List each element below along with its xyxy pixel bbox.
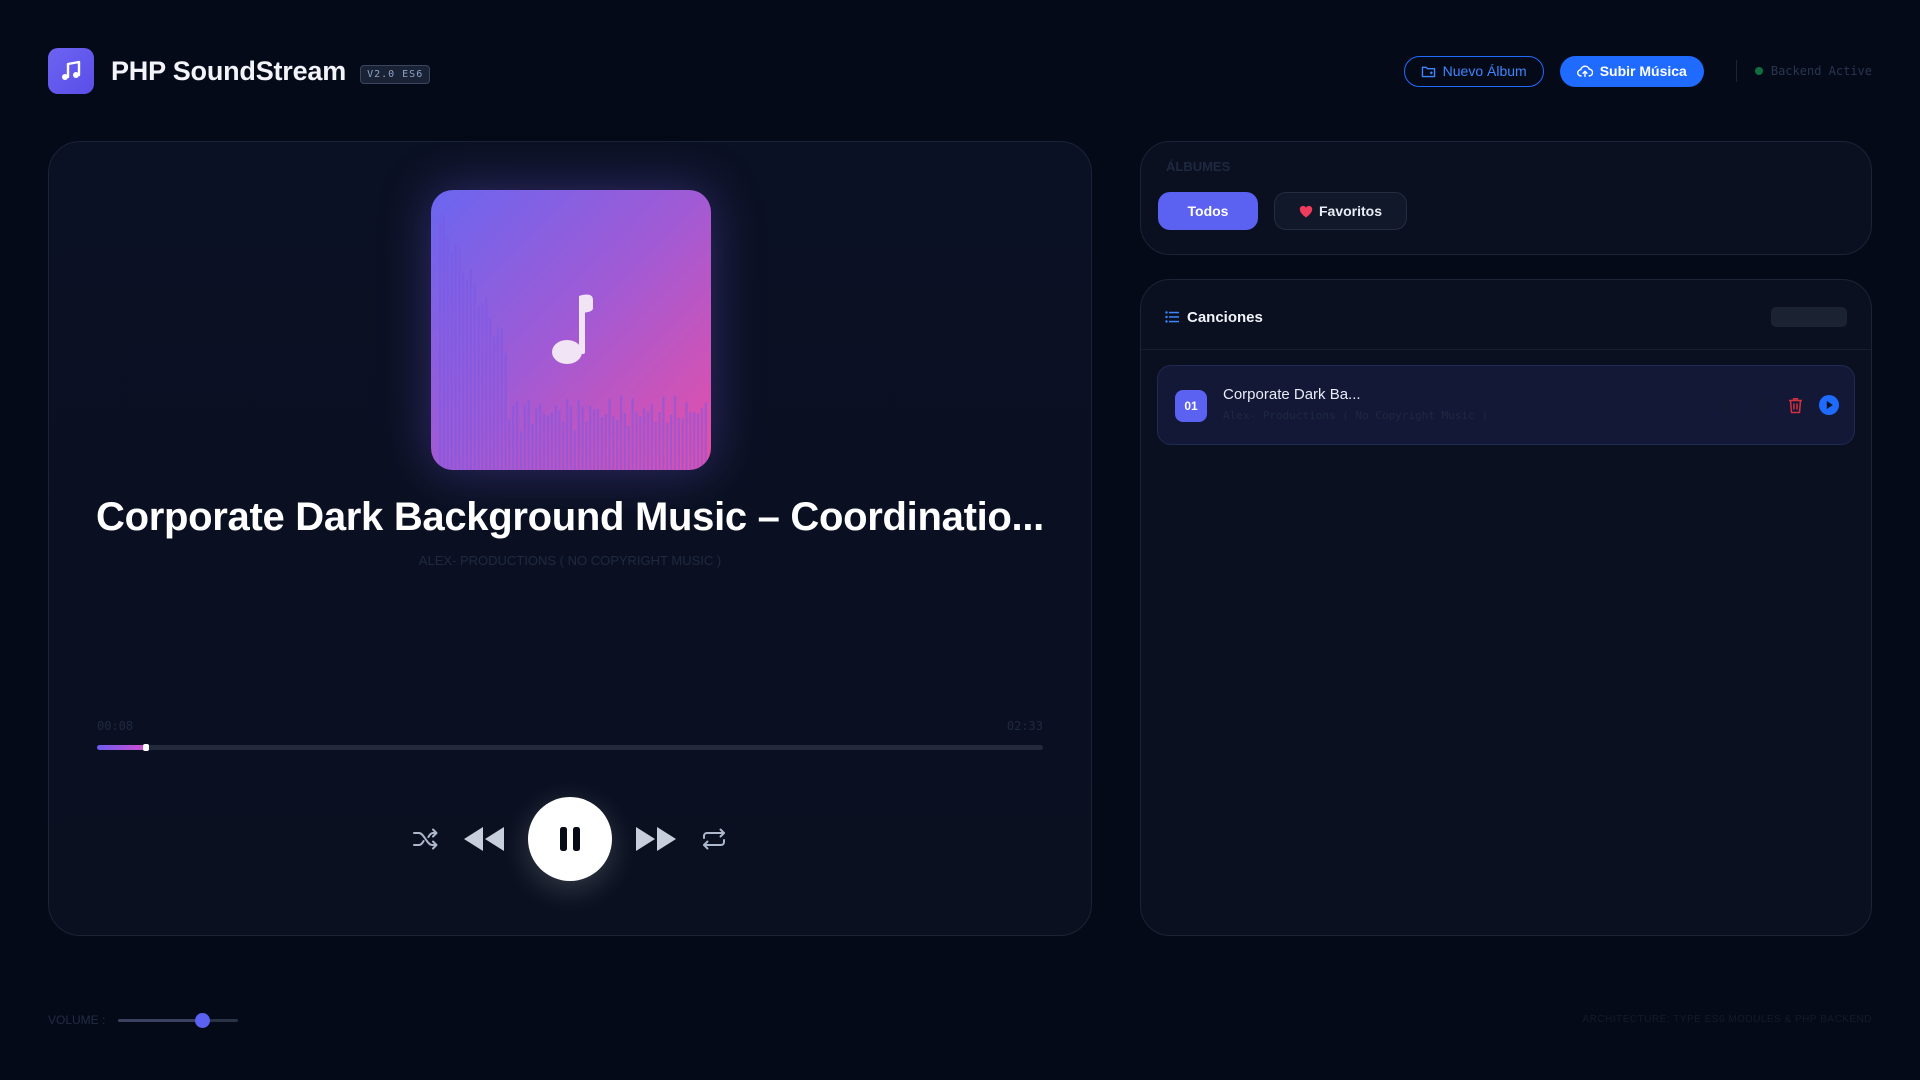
filter-all-button[interactable]: Todos xyxy=(1158,192,1258,230)
app-header: PHP SoundStream V2.0 ES6 Nuevo Álbum Sub… xyxy=(48,48,1872,94)
song-artist: Alex- Productions ( No Copyright Music ) xyxy=(1223,409,1488,422)
song-title: Corporate Dark Ba... xyxy=(1223,386,1361,403)
add-to-album-button[interactable] xyxy=(1717,395,1737,415)
heart-icon xyxy=(1299,205,1313,217)
pause-button[interactable] xyxy=(528,797,612,881)
heart-outline-icon xyxy=(1754,398,1768,412)
volume-fill xyxy=(118,1019,202,1022)
total-time: 02:33 xyxy=(1006,719,1043,733)
volume-handle[interactable] xyxy=(195,1013,210,1028)
version-badge: V2.0 ES6 xyxy=(360,64,431,84)
favorite-toggle-button[interactable] xyxy=(1751,395,1771,415)
footer-credit: ARCHITECTURE: TYPE ES6 MODULES & PHP BAC… xyxy=(1582,1014,1872,1025)
songs-header: Canciones xyxy=(1165,307,1847,327)
status-dot xyxy=(1754,67,1763,75)
progress-fill xyxy=(97,745,146,750)
new-album-label: Nuevo Álbum xyxy=(1442,63,1527,79)
upload-music-button[interactable]: Subir Música xyxy=(1559,55,1704,87)
header-divider xyxy=(1735,60,1737,82)
albums-heading: ÁLBUMES xyxy=(1166,159,1231,174)
pause-icon xyxy=(560,827,580,851)
repeat-button[interactable] xyxy=(700,827,728,851)
playback-controls xyxy=(49,797,1091,881)
cloud-upload-icon xyxy=(1576,65,1593,78)
play-song-button[interactable] xyxy=(1819,395,1839,415)
backend-status: Backend Active xyxy=(1754,64,1872,78)
songs-divider xyxy=(1141,349,1871,350)
app-title: PHP SoundStream xyxy=(111,55,347,86)
music-note-icon xyxy=(48,48,94,94)
trash-icon xyxy=(1788,397,1802,413)
album-art xyxy=(431,190,711,470)
filter-favorites-button[interactable]: Favoritos xyxy=(1274,192,1408,230)
repeat-icon xyxy=(703,828,725,850)
new-album-button[interactable]: Nuevo Álbum xyxy=(1403,55,1544,87)
songs-panel: Canciones 01 Corporate Dark Ba... Alex- … xyxy=(1140,279,1872,936)
music-note-icon xyxy=(552,294,593,364)
next-button[interactable] xyxy=(634,825,678,853)
rewind-icon xyxy=(464,827,504,851)
delete-song-button[interactable] xyxy=(1785,395,1805,415)
current-time: 00:08 xyxy=(97,719,134,733)
songs-title: Canciones xyxy=(1187,308,1263,326)
song-actions xyxy=(1717,395,1839,415)
shuffle-icon xyxy=(413,828,438,850)
progress-bar[interactable] xyxy=(97,744,1043,751)
shuffle-button[interactable] xyxy=(412,827,440,851)
header-actions: Nuevo Álbum Subir Música Backend Active xyxy=(1403,55,1872,87)
songs-count-badge xyxy=(1771,307,1847,327)
previous-button[interactable] xyxy=(462,825,506,853)
albums-panel: ÁLBUMES Todos Favoritos xyxy=(1140,141,1872,255)
track-title: Corporate Dark Background Music – Coordi… xyxy=(96,495,1044,539)
volume-slider[interactable] xyxy=(118,1013,238,1028)
progress-handle[interactable] xyxy=(143,744,149,751)
song-number: 01 xyxy=(1175,390,1207,422)
fast-forward-icon xyxy=(636,827,676,851)
volume-label: VOLUME : xyxy=(48,1013,106,1027)
song-row[interactable]: 01 Corporate Dark Ba... Alex- Production… xyxy=(1157,365,1855,445)
folder-icon xyxy=(1421,66,1435,77)
track-artist: ALEX- PRODUCTIONS ( NO COPYRIGHT MUSIC ) xyxy=(418,553,722,568)
upload-music-label: Subir Música xyxy=(1599,63,1687,79)
favorites-label: Favoritos xyxy=(1319,203,1383,219)
list-icon xyxy=(1165,311,1179,323)
play-icon xyxy=(1819,395,1839,415)
backend-status-label: Backend Active xyxy=(1770,64,1872,78)
player-card: Corporate Dark Background Music – Coordi… xyxy=(48,141,1092,936)
folder-icon xyxy=(1720,400,1734,411)
